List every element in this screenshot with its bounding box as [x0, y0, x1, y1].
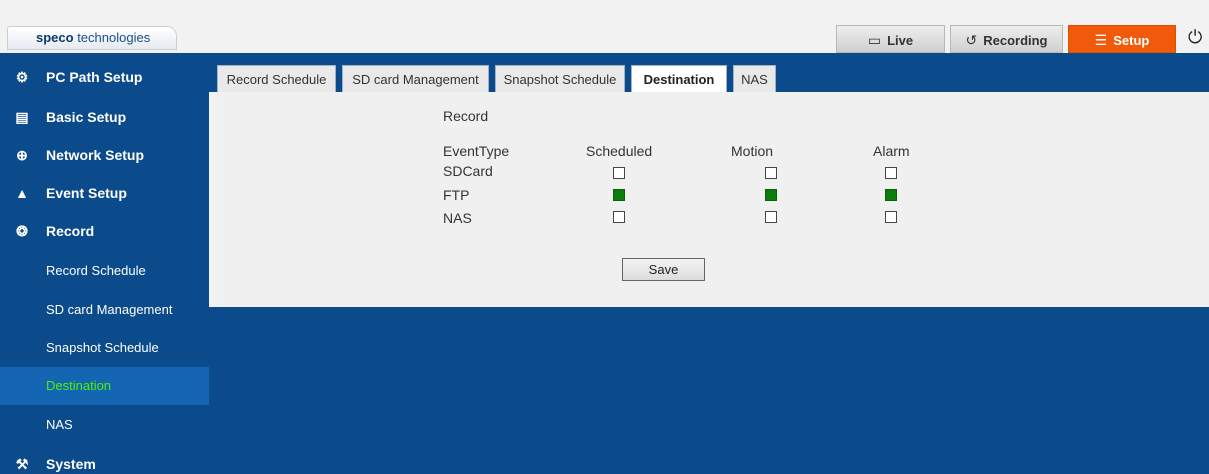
content-background	[209, 307, 1209, 474]
clapperboard-icon: ▤	[15, 109, 29, 125]
rewind-arrow-icon: ↺	[965, 32, 978, 48]
wrench-icon: ⚒	[15, 456, 29, 472]
tab-destination[interactable]: Destination	[631, 65, 727, 92]
power-icon[interactable]: ⏻	[1188, 27, 1202, 48]
header-alarm: Alarm	[873, 143, 910, 159]
tab-snapshot-schedule[interactable]: Snapshot Schedule	[495, 65, 625, 92]
save-button[interactable]: Save	[622, 258, 705, 281]
tab-sd-card-management[interactable]: SD card Management	[342, 65, 489, 92]
sidebar-item-pc-path-setup[interactable]: ⚙ PC Path Setup	[0, 59, 209, 96]
header-blue-strip	[209, 53, 1209, 62]
nas-motion-checkbox[interactable]	[765, 211, 777, 223]
tab-bar: Record Schedule SD card Management Snaps…	[209, 62, 1209, 92]
destination-panel	[217, 92, 1209, 307]
bell-icon: ▲	[15, 185, 29, 201]
header-scheduled: Scheduled	[586, 143, 653, 159]
header-motion: Motion	[731, 143, 774, 159]
tab-nas[interactable]: NAS	[733, 65, 776, 92]
network-icon: ⊕	[16, 147, 28, 163]
sidebar-subitem-snapshot-schedule[interactable]: Snapshot Schedule	[0, 329, 209, 367]
sdcard-alarm-checkbox[interactable]	[885, 167, 897, 179]
sdcard-motion-checkbox[interactable]	[765, 167, 777, 179]
ftp-scheduled-checkbox[interactable]	[613, 189, 625, 201]
header-eventtype: EventType	[443, 143, 510, 159]
section-title: Record	[443, 108, 489, 124]
sidebar-item-event-setup[interactable]: ▲ Event Setup	[0, 175, 209, 212]
sidebar-item-record[interactable]: ❂ Record	[0, 213, 209, 250]
sidebar-item-network-setup[interactable]: ⊕ Network Setup	[0, 137, 209, 174]
row-label-ftp: FTP	[443, 187, 470, 203]
speco-logo: speco technologies	[7, 26, 177, 50]
sidebar-subitem-destination[interactable]: Destination	[0, 367, 209, 405]
ftp-alarm-checkbox[interactable]	[885, 189, 897, 201]
row-label-nas: NAS	[443, 210, 472, 226]
gear-icon: ⚙	[15, 69, 29, 85]
sidebar-item-basic-setup[interactable]: ▤ Basic Setup	[0, 99, 209, 136]
top-bar: speco technologies ▭ Live ↺ Recording ☰ Set…	[0, 0, 1209, 53]
sidebar-subitem-nas[interactable]: NAS	[0, 406, 209, 444]
live-button[interactable]: ▭ Live	[836, 25, 945, 53]
nas-scheduled-checkbox[interactable]	[613, 211, 625, 223]
sidebar-item-system[interactable]: ⚒ System	[0, 446, 209, 474]
recording-button[interactable]: ↺ Recording	[950, 25, 1063, 53]
monitor-icon: ▭	[867, 32, 882, 48]
sidebar: ⚙ PC Path Setup ▤ Basic Setup ⊕ Network Set…	[0, 53, 209, 474]
nas-alarm-checkbox[interactable]	[885, 211, 897, 223]
setup-button[interactable]: ☰ Setup	[1068, 25, 1176, 53]
sidebar-subitem-record-schedule[interactable]: Record Schedule	[0, 252, 209, 290]
list-icon: ☰	[1094, 32, 1108, 48]
row-label-sdcard: SDCard	[443, 163, 493, 179]
film-reel-icon: ❂	[16, 223, 28, 239]
sdcard-scheduled-checkbox[interactable]	[613, 167, 625, 179]
ftp-motion-checkbox[interactable]	[765, 189, 777, 201]
tab-record-schedule[interactable]: Record Schedule	[217, 65, 336, 92]
sidebar-subitem-sd-card-management[interactable]: SD card Management	[0, 291, 209, 329]
